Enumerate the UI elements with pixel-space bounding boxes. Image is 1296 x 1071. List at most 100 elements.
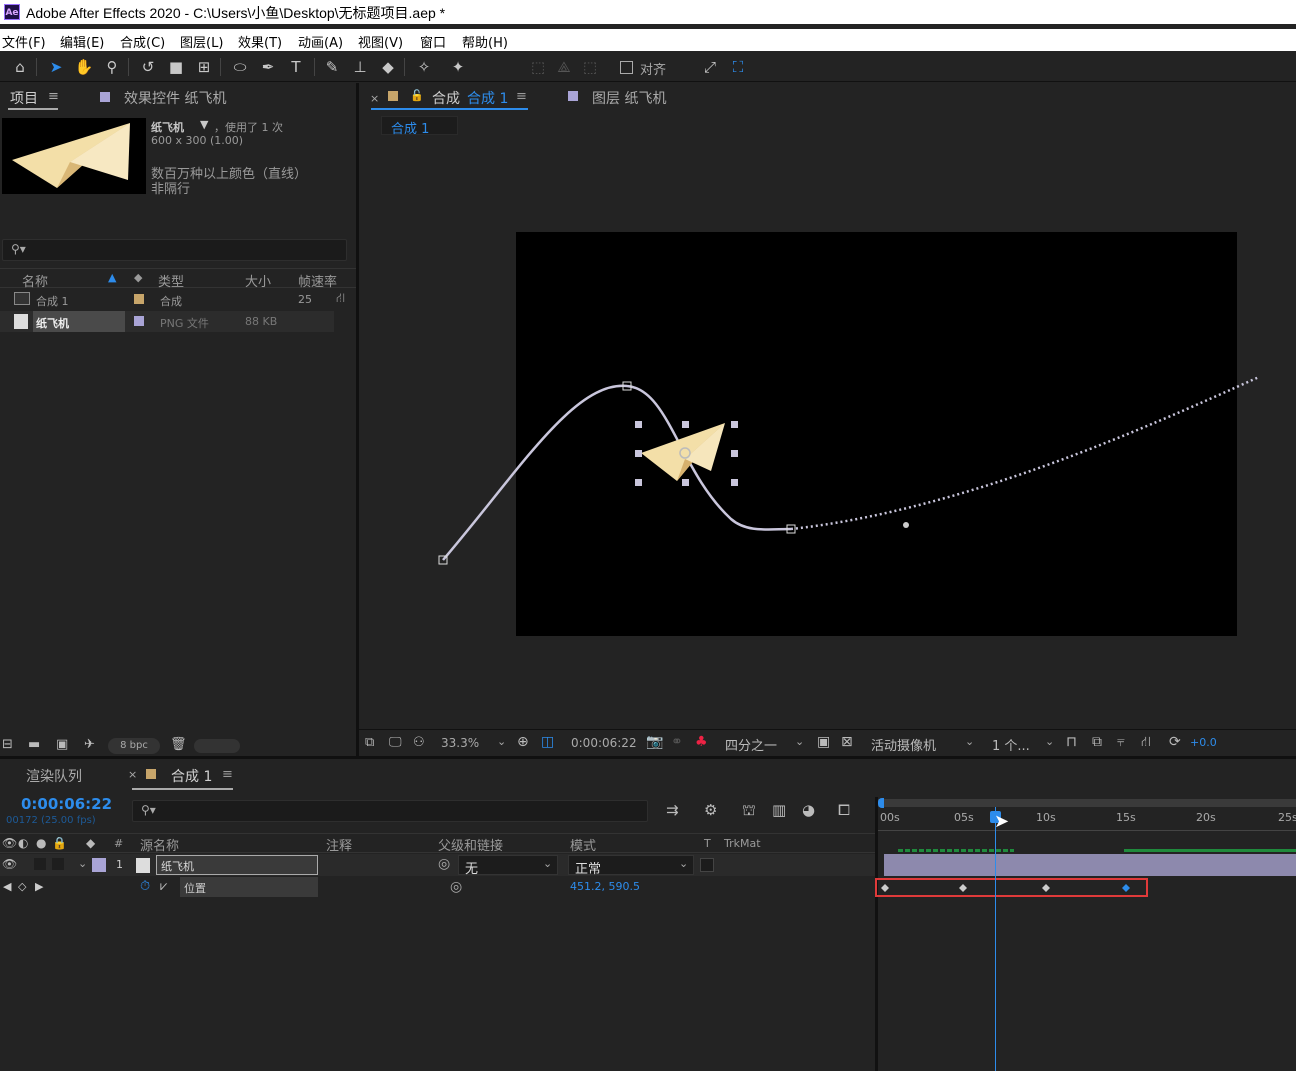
chevron-down-icon[interactable]: ⌄	[965, 735, 974, 748]
menu-layer[interactable]: 图层(L)	[180, 32, 223, 51]
close-tab-icon[interactable]: ×	[370, 92, 379, 105]
expand-chevron-icon[interactable]: ⌄	[78, 857, 87, 870]
lock-icon[interactable]: 🔒	[52, 836, 67, 850]
lock-icon[interactable]: 🔓	[410, 89, 424, 102]
type-tool-icon[interactable]: T	[286, 57, 306, 77]
snapshot-icon[interactable]: 📷	[646, 734, 663, 750]
region-of-interest-icon[interactable]: ▣	[817, 734, 830, 750]
thumbnail-size-slider[interactable]	[194, 739, 240, 753]
current-time[interactable]: 0:00:06:22	[21, 795, 112, 813]
color-channels-icon[interactable]: ♣	[695, 734, 708, 750]
stopwatch-icon[interactable]: ⏱	[140, 879, 150, 894]
draft-3d-icon[interactable]: ⚙	[704, 801, 717, 819]
col-mode[interactable]: 模式	[570, 835, 596, 854]
col-trkmat[interactable]: TrkMat	[724, 837, 761, 850]
camera-tool-icon[interactable]: ■	[166, 57, 186, 77]
layer-row[interactable]: 👁 ⌄ 1 纸飞机 ◎ 无 ⌄ 正常 ⌄	[0, 854, 875, 877]
brush-tool-icon[interactable]: ✎	[322, 57, 342, 77]
time-ruler[interactable]: 00s 05s 10s 15s 20s 25s	[878, 809, 1296, 831]
ellipse-tool-icon[interactable]: ⬭	[230, 57, 250, 77]
fast-previews-icon[interactable]: ⧉	[1092, 734, 1102, 750]
close-tab-icon[interactable]: ×	[128, 768, 137, 781]
preserve-transparency-checkbox[interactable]	[700, 858, 714, 872]
menu-animation[interactable]: 动画(A)	[298, 32, 343, 51]
keyframes-track[interactable]	[878, 878, 1296, 898]
graph-editor-icon[interactable]: ⧠	[838, 801, 850, 819]
pick-whip-icon[interactable]: ◎	[450, 879, 462, 895]
solo-icon[interactable]: ●	[36, 836, 46, 850]
clone-stamp-icon[interactable]: ⊥	[350, 57, 370, 77]
view-layout-select[interactable]: 1 个...	[992, 735, 1030, 754]
menu-edit[interactable]: 编辑(E)	[60, 32, 104, 51]
lock-checkbox[interactable]	[52, 858, 64, 870]
tab-layer[interactable]: 图层 纸飞机	[592, 88, 666, 108]
flowchart-icon[interactable]: ⛙	[336, 291, 345, 308]
bit-depth-button[interactable]: 8 bpc	[108, 738, 160, 754]
chevron-down-icon[interactable]: ⌄	[1045, 735, 1054, 748]
col-t[interactable]: T	[704, 837, 711, 850]
panel-menu-icon[interactable]: ≡	[516, 89, 527, 104]
zoom-tool-icon[interactable]: ⚲	[102, 57, 122, 77]
layer-name-field[interactable]: 纸飞机	[156, 855, 318, 875]
camera-select[interactable]: 活动摄像机	[871, 735, 936, 754]
asset-dropdown-icon[interactable]: ▼	[200, 118, 208, 131]
col-type[interactable]: 类型	[158, 271, 184, 290]
project-row[interactable]: 合成 1 合成 25 ⛙	[0, 289, 356, 310]
eraser-tool-icon[interactable]: ◆	[378, 57, 398, 77]
toggle-pixel-aspect-icon[interactable]: ⊓	[1066, 734, 1077, 750]
col-name[interactable]: 名称	[22, 271, 48, 290]
mode-select[interactable]: 正常 ⌄	[568, 855, 694, 877]
rotate-tool-icon[interactable]: ↺	[138, 57, 158, 77]
layer-duration-bar[interactable]	[884, 854, 1296, 876]
layer-label-swatch[interactable]	[92, 858, 106, 872]
axis-local-icon[interactable]: ⬚	[528, 57, 548, 77]
label-swatch[interactable]	[134, 294, 144, 304]
menu-file[interactable]: 文件(F)	[2, 32, 46, 51]
snap-target-icon[interactable]: ⛶	[728, 57, 748, 77]
new-composition-icon[interactable]: ▣	[56, 737, 68, 752]
label-tag-icon[interactable]: ◆	[134, 271, 142, 284]
menu-composition[interactable]: 合成(C)	[120, 32, 165, 51]
composition-viewer[interactable]	[359, 141, 1296, 729]
timeline-search-input[interactable]: ⚲▾	[132, 800, 648, 822]
interpret-footage-icon[interactable]: ⊟	[2, 737, 13, 752]
new-folder-icon[interactable]: ▬	[28, 737, 40, 752]
zoom-value[interactable]: 33.3%	[441, 736, 479, 750]
property-value[interactable]: 451.2, 590.5	[570, 880, 640, 893]
tab-render-queue[interactable]: 渲染队列	[26, 766, 82, 786]
property-name-field[interactable]: 位置	[180, 877, 318, 897]
hide-shy-layers-icon[interactable]: ⛫	[742, 801, 756, 821]
time-graph[interactable]: 00s 05s 10s 15s 20s 25s ➤	[875, 797, 1296, 1071]
current-time-display[interactable]: 0:00:06:22	[571, 736, 637, 750]
fit-frame-icon[interactable]: ⊕	[517, 734, 529, 750]
col-parent[interactable]: 父级和链接	[438, 835, 503, 854]
chevron-down-icon[interactable]: ⌄	[795, 735, 804, 748]
adjust-settings-icon[interactable]: ✈	[84, 737, 95, 752]
frame-blending-icon[interactable]: ▥	[772, 801, 786, 819]
transparency-grid-icon[interactable]: ⊠	[841, 734, 853, 750]
tab-timeline-comp[interactable]: 合成 1	[171, 766, 212, 786]
selection-tool-icon[interactable]: ➤	[46, 57, 66, 77]
puppet-pin-icon[interactable]: ✦	[448, 57, 468, 77]
axis-world-icon[interactable]: ⟁	[554, 57, 574, 77]
menu-help[interactable]: 帮助(H)	[462, 32, 508, 51]
graph-icon[interactable]: ⩗	[160, 879, 167, 894]
comp-breadcrumb[interactable]: 合成 1	[381, 116, 458, 137]
axis-view-icon[interactable]: ⬚	[580, 57, 600, 77]
menu-window[interactable]: 窗口	[420, 32, 446, 51]
motion-blur-icon[interactable]: ◕	[802, 801, 815, 819]
pen-tool-icon[interactable]: ✒	[258, 57, 278, 77]
home-icon[interactable]: ⌂	[10, 57, 30, 77]
solo-checkbox[interactable]	[34, 858, 46, 870]
panel-menu-icon[interactable]: ≡	[222, 767, 233, 782]
label-swatch[interactable]	[134, 316, 144, 326]
col-comment[interactable]: 注释	[326, 835, 352, 854]
col-fps[interactable]: 帧速率	[298, 271, 337, 290]
col-source-name[interactable]: 源名称	[140, 835, 179, 854]
label-tag-icon[interactable]: ◆	[86, 836, 95, 850]
sort-ascending-icon[interactable]: ▲	[108, 271, 116, 284]
flowchart-icon[interactable]: ⛙	[1141, 734, 1151, 752]
work-area-start-handle[interactable]	[878, 798, 884, 808]
chevron-down-icon[interactable]: ⌄	[497, 735, 506, 748]
panel-menu-icon[interactable]: ≡	[48, 89, 59, 104]
